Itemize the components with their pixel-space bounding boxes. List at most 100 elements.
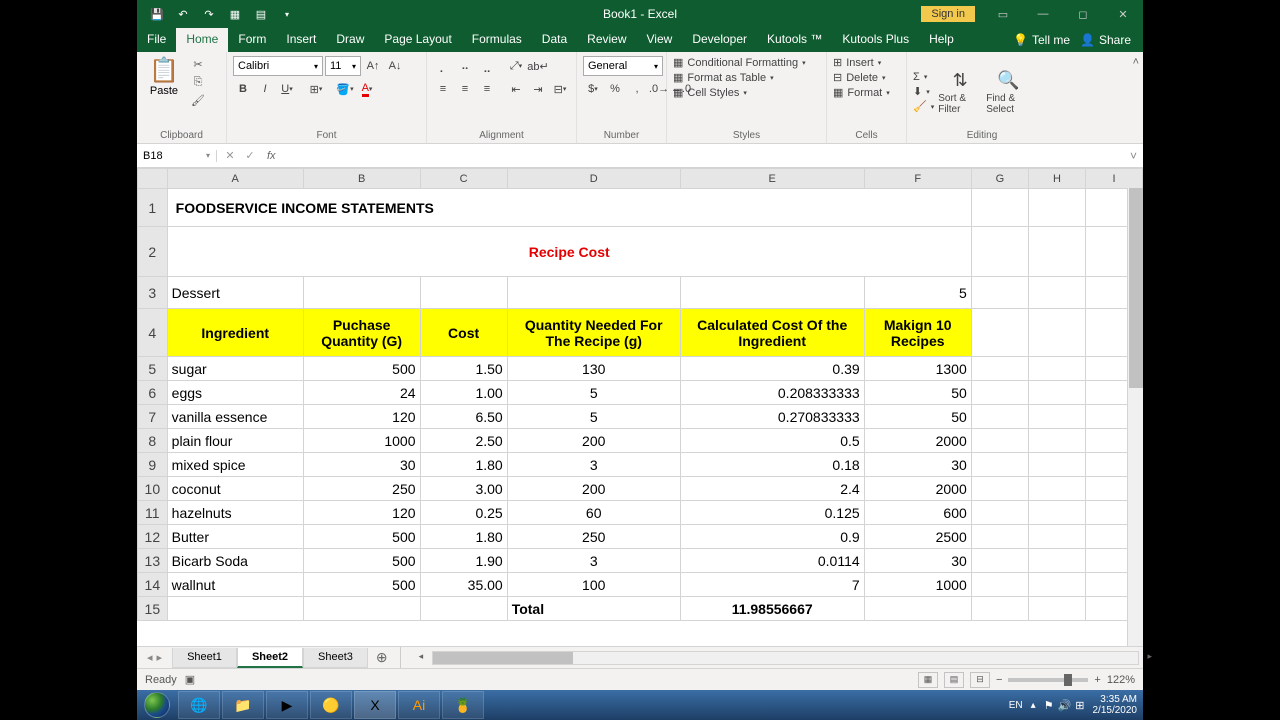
cell[interactable]: Calculated Cost Of the Ingredient: [680, 309, 864, 357]
new-sheet-button[interactable]: ⊕: [368, 649, 396, 666]
delete-cells-button[interactable]: ⊟ Delete ▾: [833, 71, 890, 84]
tab-home[interactable]: Home: [176, 28, 228, 52]
sheet-nav-next-icon[interactable]: ▸: [157, 651, 163, 664]
cell[interactable]: 1.50: [420, 357, 507, 381]
cell[interactable]: Bicarb Soda: [167, 549, 303, 573]
conditional-formatting-button[interactable]: ▦ Conditional Formatting ▾: [673, 56, 806, 69]
cell[interactable]: 30: [864, 549, 971, 573]
tray-battery-icon[interactable]: ⊞: [1075, 699, 1084, 712]
row-header[interactable]: 6: [138, 381, 168, 405]
tab-view[interactable]: View: [637, 28, 683, 52]
tab-kutoolsplus[interactable]: Kutools Plus: [832, 28, 919, 52]
currency-icon[interactable]: $▾: [583, 79, 603, 99]
cancel-formula-icon[interactable]: ✕: [221, 147, 239, 165]
underline-button[interactable]: U ▾: [277, 79, 297, 99]
cell[interactable]: 1300: [864, 357, 971, 381]
tab-help[interactable]: Help: [919, 28, 964, 52]
cell[interactable]: 2500: [864, 525, 971, 549]
wrap-text-button[interactable]: ab↵: [528, 56, 548, 76]
cell[interactable]: 500: [303, 357, 420, 381]
fx-icon[interactable]: fx: [263, 150, 280, 162]
cell[interactable]: Recipe Cost: [167, 227, 971, 277]
tell-me-button[interactable]: 💡 Tell me: [1013, 33, 1070, 47]
tab-developer[interactable]: Developer: [682, 28, 757, 52]
cell[interactable]: Quantity Needed For The Recipe (g): [507, 309, 680, 357]
taskbar-media-icon[interactable]: ▶: [266, 691, 308, 719]
language-indicator[interactable]: EN: [1009, 700, 1023, 711]
cell[interactable]: 120: [303, 405, 420, 429]
cell[interactable]: eggs: [167, 381, 303, 405]
qat-icon[interactable]: ▦: [223, 3, 247, 25]
increase-font-icon[interactable]: A↑: [363, 56, 383, 76]
cell[interactable]: 5: [507, 381, 680, 405]
tab-insert[interactable]: Insert: [276, 28, 326, 52]
cell[interactable]: 0.270833333: [680, 405, 864, 429]
zoom-slider[interactable]: [1008, 678, 1088, 682]
border-button[interactable]: ⊞▾: [306, 79, 326, 99]
row-header[interactable]: 13: [138, 549, 168, 573]
cell[interactable]: 130: [507, 357, 680, 381]
share-button[interactable]: 👤 Share: [1080, 33, 1131, 47]
start-button[interactable]: [137, 690, 177, 720]
taskbar-chrome-icon[interactable]: 🟡: [310, 691, 352, 719]
row-header[interactable]: 9: [138, 453, 168, 477]
column-header[interactable]: I: [1086, 169, 1143, 189]
zoom-in-button[interactable]: +: [1094, 674, 1100, 686]
cell[interactable]: 2000: [864, 477, 971, 501]
cell[interactable]: 30: [864, 453, 971, 477]
cell-styles-button[interactable]: ▦ Cell Styles ▾: [673, 86, 806, 99]
cell[interactable]: 0.18: [680, 453, 864, 477]
row-header[interactable]: 2: [138, 227, 168, 277]
cell[interactable]: sugar: [167, 357, 303, 381]
column-header[interactable]: H: [1028, 169, 1085, 189]
cell[interactable]: 1.80: [420, 525, 507, 549]
fill-color-button[interactable]: 🪣▾: [335, 79, 355, 99]
cell[interactable]: Makign 10 Recipes: [864, 309, 971, 357]
taskbar-excel-icon[interactable]: X: [354, 691, 396, 719]
font-size-combo[interactable]: 11 ▾: [325, 56, 361, 76]
column-header[interactable]: A: [167, 169, 303, 189]
column-header[interactable]: B: [303, 169, 420, 189]
qat-dropdown-icon[interactable]: ▾: [275, 3, 299, 25]
taskbar-app-icon[interactable]: 🍍: [442, 691, 484, 719]
tab-draw[interactable]: Draw: [326, 28, 374, 52]
cell[interactable]: 3.00: [420, 477, 507, 501]
cell[interactable]: 2000: [864, 429, 971, 453]
format-painter-icon[interactable]: 🖌: [189, 92, 207, 108]
row-header[interactable]: 3: [138, 277, 168, 309]
cell[interactable]: 0.0114: [680, 549, 864, 573]
cell[interactable]: 60: [507, 501, 680, 525]
row-header[interactable]: 11: [138, 501, 168, 525]
font-name-combo[interactable]: Calibri ▾: [233, 56, 323, 76]
cell[interactable]: wallnut: [167, 573, 303, 597]
cell[interactable]: Cost: [420, 309, 507, 357]
cell[interactable]: 7: [680, 573, 864, 597]
ribbon-options-icon[interactable]: ▭: [983, 0, 1023, 28]
tab-formulas[interactable]: Formulas: [462, 28, 532, 52]
cell[interactable]: FOODSERVICE INCOME STATEMENTS: [167, 189, 971, 227]
increase-indent-icon[interactable]: ⇥: [528, 79, 548, 99]
cell[interactable]: 1.90: [420, 549, 507, 573]
sheet-tab-sheet2[interactable]: Sheet2: [237, 648, 303, 668]
decrease-indent-icon[interactable]: ⇤: [506, 79, 526, 99]
cell[interactable]: 1000: [864, 573, 971, 597]
cell[interactable]: 50: [864, 381, 971, 405]
undo-icon[interactable]: ↶: [171, 3, 195, 25]
cell[interactable]: plain flour: [167, 429, 303, 453]
align-bottom-icon[interactable]: ⣀: [477, 56, 497, 76]
tab-pagelayout[interactable]: Page Layout: [374, 28, 461, 52]
align-right-icon[interactable]: ≡: [477, 79, 497, 99]
zoom-level[interactable]: 122%: [1107, 674, 1135, 686]
minimize-icon[interactable]: —: [1023, 0, 1063, 28]
cell[interactable]: 250: [507, 525, 680, 549]
cell[interactable]: 0.208333333: [680, 381, 864, 405]
cell[interactable]: 5: [507, 405, 680, 429]
macro-record-icon[interactable]: ▣: [185, 673, 195, 686]
align-left-icon[interactable]: ≡: [433, 79, 453, 99]
normal-view-icon[interactable]: ▦: [918, 672, 938, 688]
cell[interactable]: 0.39: [680, 357, 864, 381]
comma-icon[interactable]: ,: [627, 79, 647, 99]
cell[interactable]: 50: [864, 405, 971, 429]
redo-icon[interactable]: ↷: [197, 3, 221, 25]
column-header[interactable]: F: [864, 169, 971, 189]
